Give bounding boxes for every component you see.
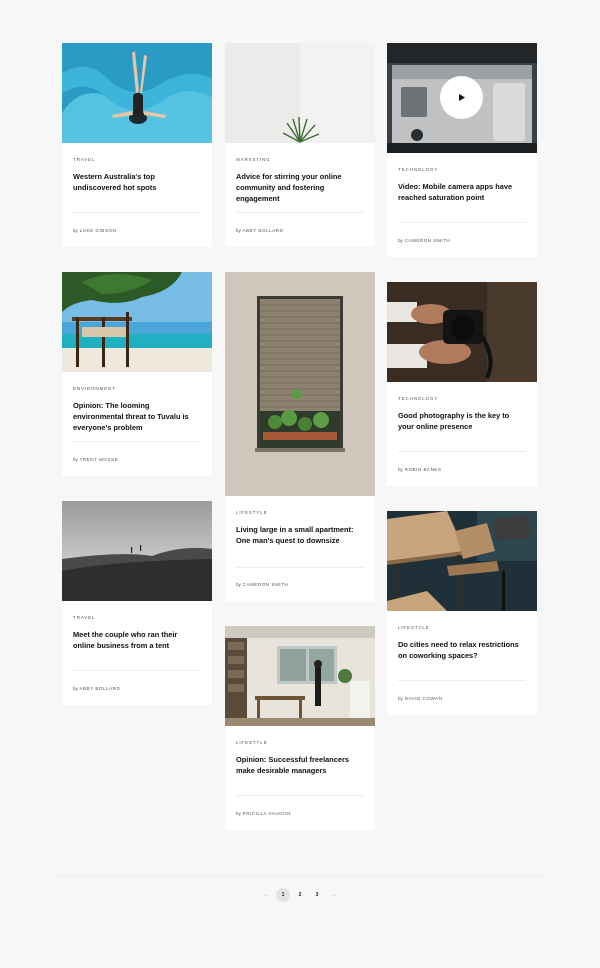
pagination: ← 1 2 3 → — [0, 888, 600, 902]
article-card[interactable]: LIFESTYLE Opinion: Successful freelancer… — [225, 626, 375, 830]
article-author[interactable]: DAVID COWAN — [405, 696, 443, 701]
article-card[interactable]: TECHNOLOGY Good photography is the key t… — [387, 282, 537, 486]
article-title[interactable]: Meet the couple who ran their online bus… — [73, 629, 201, 651]
article-byline: by ROBIN BANKS — [398, 467, 442, 472]
card-divider — [236, 212, 364, 213]
article-byline: by PRICILLA VAUGHN — [236, 811, 291, 816]
card-divider — [73, 212, 201, 213]
pagination-divider — [55, 876, 545, 877]
card-divider — [236, 795, 364, 796]
article-card[interactable]: LIFESTYLE Living large in a small apartm… — [225, 272, 375, 602]
article-image[interactable] — [387, 43, 537, 153]
article-title[interactable]: Opinion: The looming environmental threa… — [73, 400, 201, 433]
card-divider — [73, 670, 201, 671]
article-author[interactable]: ROBIN BANKS — [405, 467, 442, 472]
article-author[interactable]: LUKE GIBSON — [80, 228, 117, 233]
article-title[interactable]: Opinion: Successful freelancers make des… — [236, 754, 364, 776]
article-title[interactable]: Western Australia's top undiscovered hot… — [73, 171, 201, 193]
page-2-button[interactable]: 2 — [293, 888, 307, 902]
byline-by: by — [398, 467, 403, 472]
page-3-button[interactable]: 3 — [310, 888, 324, 902]
article-card[interactable]: TECHNOLOGY Video: Mobile camera apps hav… — [387, 43, 537, 257]
article-author[interactable]: CAMERON SMITH — [405, 238, 451, 243]
article-category[interactable]: MARKETING — [236, 157, 364, 162]
article-image[interactable] — [62, 501, 212, 601]
article-byline: by LUKE GIBSON — [73, 228, 116, 233]
card-divider — [398, 680, 526, 681]
card-divider — [236, 567, 364, 568]
article-title[interactable]: Advice for stirring your online communit… — [236, 171, 364, 204]
prev-page-button[interactable]: ← — [259, 888, 273, 902]
article-image[interactable] — [225, 43, 375, 143]
article-category[interactable]: TRAVEL — [73, 157, 201, 162]
article-card[interactable]: TRAVEL Meet the couple who ran their onl… — [62, 501, 212, 705]
article-author[interactable]: ABBY BOLLARD — [242, 228, 283, 233]
card-divider — [398, 222, 526, 223]
article-author[interactable]: ABBY BOLLARD — [79, 686, 120, 691]
article-byline: by ABBY BOLLARD — [236, 228, 283, 233]
byline-by: by — [73, 457, 78, 462]
article-title[interactable]: Video: Mobile camera apps have reached s… — [398, 181, 526, 203]
article-author[interactable]: TRENT MOSSE — [80, 457, 119, 462]
next-page-button[interactable]: → — [327, 888, 341, 902]
article-author[interactable]: PRICILLA VAUGHN — [243, 811, 291, 816]
byline-by: by — [236, 811, 241, 816]
article-image[interactable] — [225, 626, 375, 726]
byline-by: by — [73, 686, 78, 691]
article-category[interactable]: LIFESTYLE — [236, 740, 364, 745]
article-category[interactable]: LIFESTYLE — [236, 510, 364, 515]
article-title[interactable]: Living large in a small apartment: One m… — [236, 524, 364, 546]
article-card[interactable]: MARKETING Advice for stirring your onlin… — [225, 43, 375, 247]
byline-by: by — [236, 228, 241, 233]
article-byline: by ABBY BOLLARD — [73, 686, 120, 691]
article-image[interactable] — [387, 282, 537, 382]
article-category[interactable]: LIFESTYLE — [398, 625, 526, 630]
play-button[interactable] — [440, 76, 483, 119]
article-title[interactable]: Good photography is the key to your onli… — [398, 410, 526, 432]
byline-by: by — [398, 696, 403, 701]
article-byline: by CAMERON SMITH — [398, 238, 450, 243]
article-category[interactable]: TECHNOLOGY — [398, 396, 526, 401]
article-title[interactable]: Do cities need to relax restrictions on … — [398, 639, 526, 661]
byline-by: by — [236, 582, 241, 587]
article-image[interactable] — [62, 272, 212, 372]
article-byline: by TRENT MOSSE — [73, 457, 118, 462]
byline-by: by — [73, 228, 78, 233]
article-author[interactable]: CAMERON SMITH — [243, 582, 289, 587]
card-divider — [398, 451, 526, 452]
card-divider — [73, 441, 201, 442]
article-category[interactable]: ENVIRONMENT — [73, 386, 201, 391]
article-image[interactable] — [225, 272, 375, 496]
article-image[interactable] — [62, 43, 212, 143]
article-card[interactable]: ENVIRONMENT Opinion: The looming environ… — [62, 272, 212, 476]
article-card[interactable]: TRAVEL Western Australia's top undiscove… — [62, 43, 212, 247]
byline-by: by — [398, 238, 403, 243]
article-category[interactable]: TECHNOLOGY — [398, 167, 526, 172]
play-icon — [459, 94, 465, 101]
article-byline: by DAVID COWAN — [398, 696, 443, 701]
page-1-button[interactable]: 1 — [276, 888, 290, 902]
article-category[interactable]: TRAVEL — [73, 615, 201, 620]
article-image[interactable] — [387, 511, 537, 611]
article-card[interactable]: LIFESTYLE Do cities need to relax restri… — [387, 511, 537, 715]
article-byline: by CAMERON SMITH — [236, 582, 288, 587]
